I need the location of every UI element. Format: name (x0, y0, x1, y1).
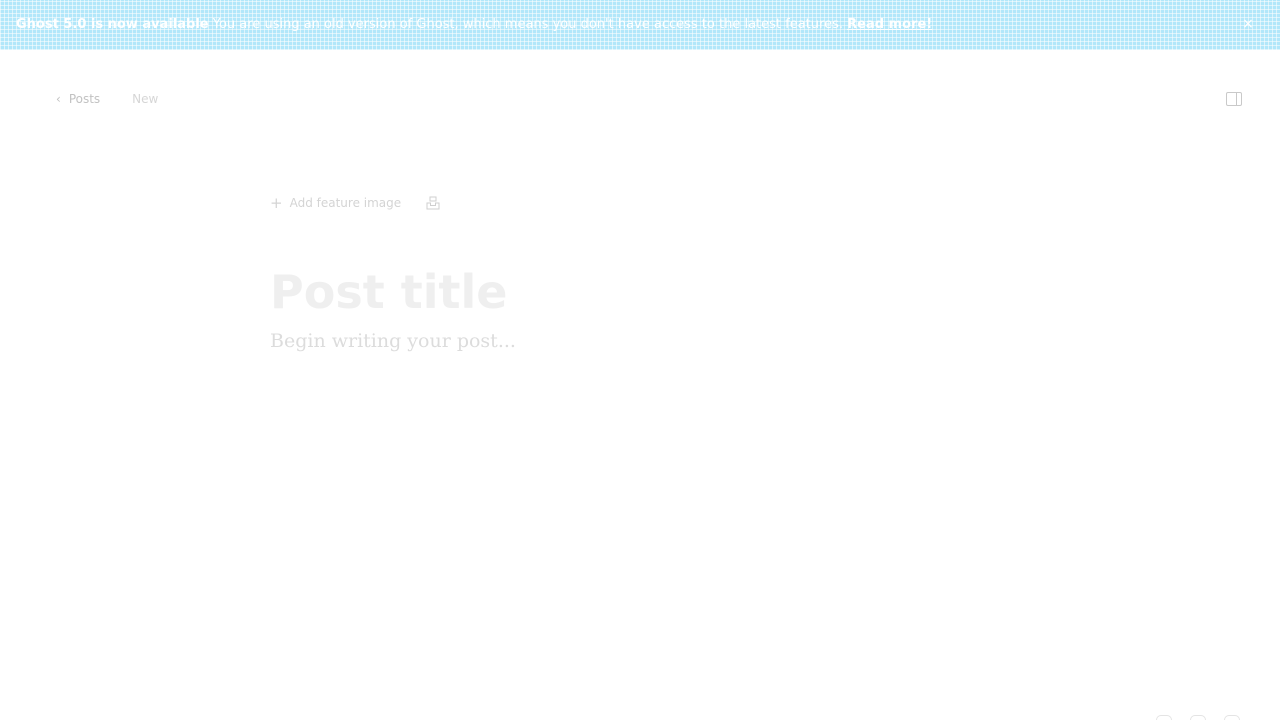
banner-read-more-link[interactable]: Read more! (847, 17, 932, 32)
toolbar-icon-edge (1224, 715, 1240, 720)
close-icon: × (1242, 16, 1254, 32)
post-editor: + Add feature image Post title Begin wri… (270, 192, 1010, 356)
plus-icon: + (270, 193, 283, 212)
post-status-label: New (132, 92, 159, 106)
toolbar-icon-edge (1190, 715, 1206, 720)
unsplash-button[interactable] (425, 195, 441, 211)
add-feature-image-label: Add feature image (289, 196, 402, 210)
chevron-left-icon: ‹ (56, 92, 61, 106)
banner-message: You are using an old version of Ghost, w… (208, 17, 843, 32)
toolbar-icon-edge (1156, 715, 1172, 720)
sidebar-toggle-icon (1226, 92, 1242, 106)
banner-close-button[interactable]: × (1238, 14, 1258, 34)
unsplash-icon (426, 196, 440, 210)
banner-headline: Ghost 5.0 is now available (16, 17, 209, 32)
settings-sidebar-button[interactable] (1226, 91, 1242, 106)
back-to-posts-link[interactable]: ‹ Posts (56, 91, 100, 107)
feature-image-row: + Add feature image (270, 192, 1010, 214)
update-banner-text: Ghost 5.0 is now available You are using… (16, 16, 932, 33)
bottom-toolbar-edge (1156, 715, 1240, 720)
add-feature-image-button[interactable]: + Add feature image (270, 193, 402, 212)
post-body-editor[interactable]: Begin writing your post... (270, 326, 1010, 356)
back-link-label: Posts (68, 92, 101, 106)
post-title-input[interactable]: Post title (270, 264, 1010, 320)
breadcrumb: ‹ Posts New (56, 90, 158, 108)
